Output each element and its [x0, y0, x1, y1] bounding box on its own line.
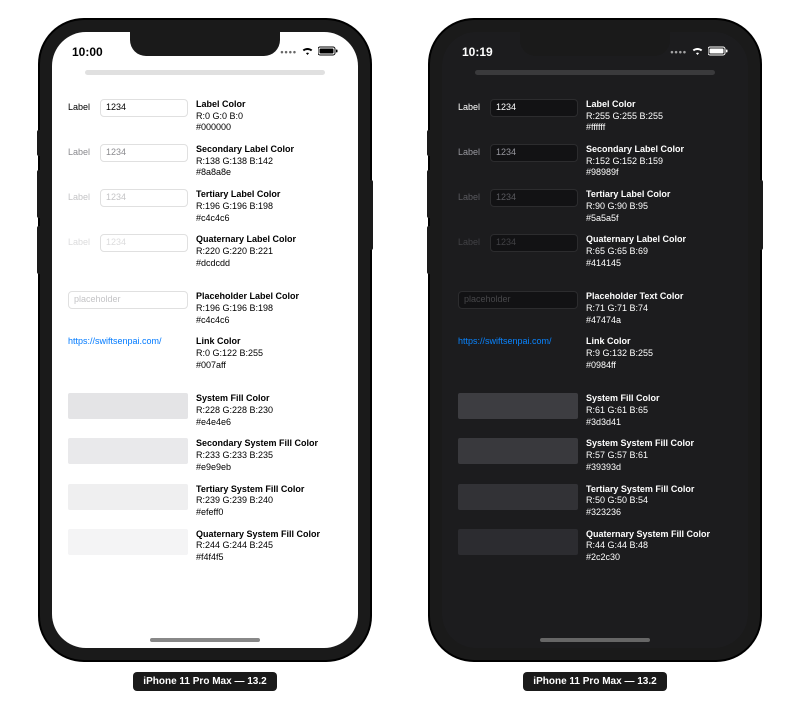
status-icons: ••••: [280, 45, 338, 59]
device-caption: iPhone 11 Pro Max — 13.2: [523, 672, 666, 691]
cellular-icon: ••••: [280, 47, 297, 57]
color-info: Quaternary System Fill ColorR:44 G:44 B:…: [586, 529, 710, 564]
color-info: System Fill ColorR:61 G:61 B:65#3d3d41: [586, 393, 660, 428]
content-dark: Label 1234 Label ColorR:255 G:255 B:255#ff…: [442, 75, 748, 564]
color-info: Label ColorR:255 G:255 B:255#ffffff: [586, 99, 663, 134]
row-label-color: Label 1234 Secondary Label ColorR:138 G:13…: [68, 144, 342, 179]
color-swatch: [458, 484, 578, 510]
row-label-color: Label 1234 Tertiary Label ColorR:90 G:90 B…: [458, 189, 732, 224]
text-field[interactable]: 1234: [100, 234, 188, 252]
notch: [130, 32, 280, 56]
color-swatch: [68, 438, 188, 464]
placeholder-field[interactable]: placeholder: [68, 291, 188, 309]
color-swatch: [68, 484, 188, 510]
notch: [520, 32, 670, 56]
wifi-icon: [301, 45, 314, 59]
row-fill-color: Secondary System Fill ColorR:233 G:233 B…: [68, 438, 342, 473]
device-frame: 10:19 •••• Label 1234 Label ColorR:255 G:2…: [430, 20, 760, 660]
label-text: Label: [458, 147, 486, 159]
color-info: Tertiary Label ColorR:196 G:196 B:198#c4…: [196, 189, 280, 224]
row-label-color: Label 1234 Quaternary Label ColorR:65 G:65…: [458, 234, 732, 269]
color-info: Placeholder Text Color R:71 G:71 B:74 #4…: [586, 291, 683, 326]
color-info: Quaternary Label ColorR:220 G:220 B:221#…: [196, 234, 296, 269]
color-info: System Fill ColorR:228 G:228 B:230#e4e4e…: [196, 393, 273, 428]
text-field[interactable]: 1234: [100, 99, 188, 117]
row-fill-color: System System Fill ColorR:57 G:57 B:61#3…: [458, 438, 732, 473]
row-label-color: Label 1234 Label ColorR:0 G:0 B:0#000000: [68, 99, 342, 134]
row-fill-color: Quaternary System Fill ColorR:244 G:244 …: [68, 529, 342, 564]
text-field[interactable]: 1234: [490, 234, 578, 252]
color-info: Label ColorR:0 G:0 B:0#000000: [196, 99, 246, 134]
link-text[interactable]: https://swiftsenpai.com/: [458, 336, 578, 348]
color-swatch: [68, 529, 188, 555]
color-info: Tertiary Label ColorR:90 G:90 B:95#5a5a5…: [586, 189, 670, 224]
row-placeholder: placeholder Placeholder Label Color R:19…: [68, 291, 342, 326]
screen-light: 10:00 •••• Label 1234 Label ColorR:0 G:0 B…: [52, 32, 358, 648]
row-placeholder: placeholder Placeholder Text Color R:71 …: [458, 291, 732, 326]
link-text[interactable]: https://swiftsenpai.com/: [68, 336, 188, 348]
color-swatch: [458, 529, 578, 555]
text-field[interactable]: 1234: [490, 144, 578, 162]
color-info: System System Fill ColorR:57 G:57 B:61#3…: [586, 438, 694, 473]
row-label-color: Label 1234 Tertiary Label ColorR:196 G:196…: [68, 189, 342, 224]
battery-icon: [708, 45, 728, 59]
screen-dark: 10:19 •••• Label 1234 Label ColorR:255 G:2…: [442, 32, 748, 648]
row-fill-color: Tertiary System Fill ColorR:239 G:239 B:…: [68, 484, 342, 519]
row-label-color: Label 1234 Secondary Label ColorR:152 G:15…: [458, 144, 732, 179]
cellular-icon: ••••: [670, 47, 687, 57]
placeholder-field[interactable]: placeholder: [458, 291, 578, 309]
color-swatch: [458, 438, 578, 464]
color-info: Placeholder Label Color R:196 G:196 B:19…: [196, 291, 299, 326]
color-info: Secondary Label ColorR:152 G:152 B:159#9…: [586, 144, 684, 179]
color-info: Quaternary Label ColorR:65 G:65 B:69#414…: [586, 234, 686, 269]
device-caption: iPhone 11 Pro Max — 13.2: [133, 672, 276, 691]
wifi-icon: [691, 45, 704, 59]
row-label-color: Label 1234 Quaternary Label ColorR:220 G:2…: [68, 234, 342, 269]
text-field[interactable]: 1234: [490, 189, 578, 207]
color-info: Tertiary System Fill ColorR:239 G:239 B:…: [196, 484, 304, 519]
label-text: Label: [68, 102, 96, 114]
color-info: Quaternary System Fill ColorR:244 G:244 …: [196, 529, 320, 564]
text-field[interactable]: 1234: [100, 189, 188, 207]
row-link: https://swiftsenpai.com/ Link Color R:9 …: [458, 336, 732, 371]
label-text: Label: [68, 237, 96, 249]
phone-light: 10:00 •••• Label 1234 Label ColorR:0 G:0 B…: [40, 20, 370, 711]
color-info: Tertiary System Fill ColorR:50 G:50 B:54…: [586, 484, 694, 519]
label-text: Label: [458, 102, 486, 114]
text-field[interactable]: 1234: [100, 144, 188, 162]
row-link: https://swiftsenpai.com/ Link Color R:0 …: [68, 336, 342, 371]
row-fill-color: System Fill ColorR:61 G:61 B:65#3d3d41: [458, 393, 732, 428]
home-indicator: [150, 638, 260, 642]
battery-icon: [318, 45, 338, 59]
color-info: Link Color R:0 G:122 B:255 #007aff: [196, 336, 263, 371]
row-label-color: Label 1234 Label ColorR:255 G:255 B:255#ff…: [458, 99, 732, 134]
label-text: Label: [458, 192, 486, 204]
text-field[interactable]: 1234: [490, 99, 578, 117]
color-info: Secondary System Fill ColorR:233 G:233 B…: [196, 438, 318, 473]
color-swatch: [458, 393, 578, 419]
phone-dark: 10:19 •••• Label 1234 Label ColorR:255 G:2…: [430, 20, 760, 711]
color-info: Link Color R:9 G:132 B:255 #0984ff: [586, 336, 653, 371]
home-indicator: [540, 638, 650, 642]
content-light: Label1234Label ColorR:0 G:0 B:0#000000La…: [52, 75, 358, 564]
clock: 10:00: [72, 45, 103, 59]
status-icons: ••••: [670, 45, 728, 59]
color-swatch: [68, 393, 188, 419]
label-text: Label: [68, 192, 96, 204]
device-frame: 10:00 •••• Label 1234 Label ColorR:0 G:0 B…: [40, 20, 370, 660]
row-fill-color: Quaternary System Fill ColorR:44 G:44 B:…: [458, 529, 732, 564]
row-fill-color: Tertiary System Fill ColorR:50 G:50 B:54…: [458, 484, 732, 519]
color-info: Secondary Label ColorR:138 G:138 B:142#8…: [196, 144, 294, 179]
row-fill-color: System Fill ColorR:228 G:228 B:230#e4e4e…: [68, 393, 342, 428]
label-text: Label: [68, 147, 96, 159]
clock: 10:19: [462, 45, 493, 59]
label-text: Label: [458, 237, 486, 249]
